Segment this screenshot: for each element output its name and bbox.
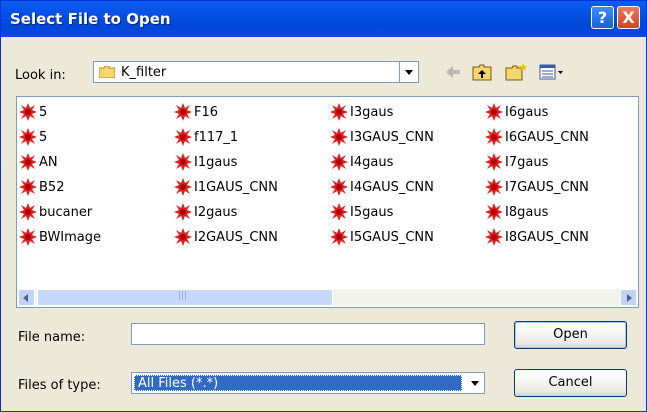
file-icon [330, 203, 348, 221]
file-icon [174, 128, 192, 146]
file-icon [19, 178, 37, 196]
file-name-input[interactable] [131, 323, 485, 345]
help-button[interactable]: ? [591, 6, 614, 29]
file-item-label: I7gaus [505, 155, 549, 170]
look-in-label: Look in: [15, 68, 66, 83]
file-icon [174, 153, 192, 171]
look-in-dropdown[interactable]: K_filter [93, 61, 419, 83]
scroll-left-button[interactable] [18, 289, 35, 306]
file-name-label: File name: [18, 330, 86, 345]
file-icon [174, 178, 192, 196]
up-folder-icon[interactable] [471, 62, 493, 82]
cancel-button[interactable]: Cancel [514, 369, 627, 397]
file-item-label: 5 [39, 130, 48, 145]
file-icon [19, 228, 37, 246]
file-icon [19, 128, 37, 146]
file-item-label: I5gaus [350, 205, 394, 220]
folder-icon [99, 66, 115, 78]
look-in-value: K_filter [121, 65, 167, 80]
file-icon [485, 228, 503, 246]
file-icon [330, 178, 348, 196]
file-item-label: I7GAUS_CNN [505, 180, 589, 195]
file-item-label: AN [39, 155, 58, 170]
file-item-label: BWImage [39, 230, 102, 245]
horizontal-scrollbar[interactable] [18, 289, 637, 306]
file-icon [19, 153, 37, 171]
scroll-thumb[interactable] [37, 289, 333, 306]
chevron-down-icon[interactable] [399, 62, 418, 82]
file-item-label: B52 [39, 180, 65, 195]
file-icon [174, 103, 192, 121]
file-icon [485, 153, 503, 171]
file-item-label: I6gaus [505, 105, 549, 120]
file-item-label: F16 [194, 105, 219, 120]
file-item-label: 5 [39, 105, 48, 120]
file-item-label: I8gaus [505, 205, 549, 220]
back-icon[interactable] [443, 62, 463, 82]
file-item-label: bucaner [39, 205, 93, 220]
file-item-label: I1GAUS_CNN [194, 180, 278, 195]
view-menu-icon[interactable] [538, 62, 564, 82]
file-icon [485, 178, 503, 196]
file-item-label: I8GAUS_CNN [505, 230, 589, 245]
file-icon [19, 203, 37, 221]
scroll-right-button[interactable] [620, 289, 637, 306]
file-type-label: Files of type: [18, 378, 101, 393]
file-icon [485, 128, 503, 146]
open-button[interactable]: Open [514, 321, 627, 349]
file-icon [330, 153, 348, 171]
file-icon [330, 128, 348, 146]
file-item-label: I3gaus [350, 105, 394, 120]
file-item-label: I4GAUS_CNN [350, 180, 434, 195]
file-icon [174, 228, 192, 246]
file-item-label: I4gaus [350, 155, 394, 170]
chevron-down-icon[interactable] [466, 373, 484, 393]
file-item-label: I3GAUS_CNN [350, 130, 434, 145]
file-item-label: f117_1 [194, 130, 239, 145]
file-item-label: I1gaus [194, 155, 238, 170]
file-item-label: I2gaus [194, 205, 238, 220]
close-button[interactable]: X [617, 6, 640, 29]
file-icon [19, 103, 37, 121]
file-icon [485, 203, 503, 221]
file-item-label: I2GAUS_CNN [194, 230, 278, 245]
file-icon [485, 103, 503, 121]
file-icon [174, 203, 192, 221]
file-list[interactable]: 5 5 AN B52 bucaner BWImage F16 f117_1 I1gaus I1GA… [16, 96, 639, 308]
dialog-title: Select File to Open [10, 10, 171, 28]
file-icon [330, 103, 348, 121]
file-type-dropdown[interactable]: All Files (*.*) [131, 372, 485, 394]
file-icon [330, 228, 348, 246]
file-item-label: I6GAUS_CNN [505, 130, 589, 145]
open-file-dialog: Select File to Open ? X Look in: K_filte… [0, 0, 647, 412]
file-type-value: All Files (*.*) [134, 375, 462, 391]
new-folder-icon[interactable] [504, 62, 528, 82]
file-item-label: I5GAUS_CNN [350, 230, 434, 245]
title-bar[interactable]: Select File to Open ? X [1, 1, 646, 37]
